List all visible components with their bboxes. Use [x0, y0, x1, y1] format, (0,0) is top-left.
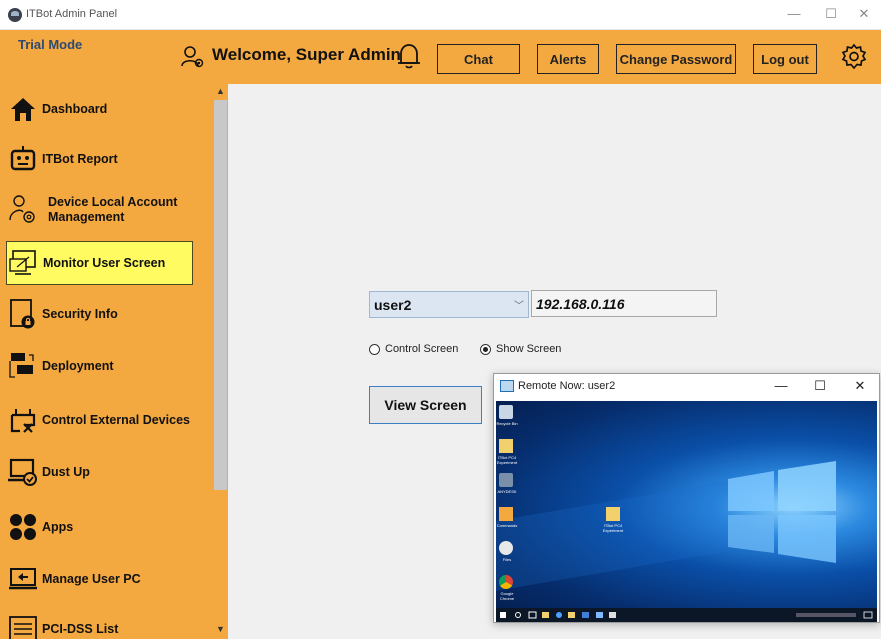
sidebar-item-control-external-devices[interactable]: Control External Devices [6, 400, 193, 440]
welcome-text: Welcome, Super Admin [212, 45, 401, 64]
chrome-icon[interactable] [499, 575, 513, 589]
folder-icon[interactable] [499, 439, 513, 453]
chevron-down-icon: ﹀ [514, 301, 524, 312]
scrollbar-thumb[interactable] [214, 100, 227, 490]
desktop-icon-label: ITBot PC4 Experiment [496, 455, 518, 465]
trial-mode-label: Trial Mode [18, 37, 83, 52]
user-settings-icon [181, 46, 204, 68]
sidebar-item-label: Monitor User Screen [43, 256, 166, 270]
monitor-icon [7, 246, 41, 280]
desktop-icon-label: Commands [496, 523, 518, 528]
maximize-button[interactable]: ☐ [818, 6, 844, 22]
files-icon[interactable] [499, 541, 513, 555]
sidebar-item-manage-user-pc[interactable]: Manage User PC [6, 559, 193, 599]
sidebar-item-apps[interactable]: Apps [6, 507, 193, 547]
remote-maximize-button[interactable]: ☐ [810, 378, 830, 394]
view-screen-button[interactable]: View Screen [369, 386, 482, 424]
app-header: Trial Mode Welcome, Super Admin Chat Ale… [0, 30, 881, 84]
control-screen-radio[interactable]: Control Screen [369, 343, 458, 355]
sidebar-item-label: PCI-DSS List [42, 622, 119, 636]
sidebar-item-label: Manage User PC [42, 572, 141, 586]
scroll-up-arrow-icon[interactable]: ▲ [213, 86, 228, 96]
alerts-button[interactable]: Alerts [537, 44, 599, 74]
laptop-icon [6, 562, 40, 596]
taskbar-icons [500, 611, 873, 619]
sidebar-item-pci-dss-list[interactable]: PCI-DSS List [6, 612, 193, 639]
bell-icon[interactable] [396, 42, 422, 70]
sidebar-item-monitor-user-screen[interactable]: Monitor User Screen [6, 241, 193, 285]
windows-logo-wallpaper [496, 461, 836, 591]
sidebar-item-label: Control External Devices [42, 413, 190, 427]
desktop-folder-label: ITBot PC4 Experiment [602, 523, 624, 533]
gear-icon[interactable] [840, 43, 868, 71]
desktop-folder-icon[interactable] [606, 507, 620, 521]
ip-address-value: 192.168.0.116 [536, 296, 625, 312]
sidebar-item-label: Dust Up [42, 465, 90, 479]
apps-icon [6, 510, 40, 544]
recycle-bin-icon[interactable] [499, 405, 513, 419]
radio-label: Control Screen [385, 343, 459, 355]
lock-document-icon [6, 297, 40, 331]
minimize-button[interactable]: — [781, 6, 807, 21]
desktop-icon-label: Files [502, 557, 512, 562]
radio-label: Show Screen [496, 343, 562, 355]
desktop-icon-label: Recycle Bin [496, 421, 518, 426]
radio-button[interactable] [369, 343, 380, 355]
home-icon [6, 92, 40, 126]
sidebar-item-label: Dashboard [42, 102, 108, 116]
remote-taskbar [496, 608, 877, 622]
laptop-check-icon [6, 455, 40, 489]
sidebar-item-deployment[interactable]: Deployment [6, 346, 193, 386]
commands-icon[interactable] [499, 507, 513, 521]
usb-device-icon [6, 403, 40, 437]
user-select-dropdown[interactable]: user2 ﹀ [369, 291, 529, 318]
remote-window-title: Remote Now: user2 [518, 380, 616, 392]
sidebar-item-label: Deployment [42, 359, 114, 373]
remote-minimize-button[interactable]: — [771, 378, 791, 393]
radio-button[interactable] [480, 343, 491, 355]
ip-address-field[interactable]: 192.168.0.116 [531, 290, 717, 317]
remote-desktop-view[interactable]: Recycle Bin ITBot PC4 Experiment ANYDESK… [496, 401, 877, 622]
scroll-down-arrow-icon[interactable]: ▼ [213, 624, 228, 634]
sidebar-item-dashboard[interactable]: Dashboard [6, 91, 193, 127]
remote-close-button[interactable]: ✕ [850, 378, 870, 394]
sidebar-item-itbot-report[interactable]: ITBot Report [6, 141, 193, 177]
remote-window-titlebar[interactable]: Remote Now: user2 — ☐ ✕ [494, 374, 879, 400]
sidebar-scrollbar[interactable]: ▲ ▼ [213, 84, 228, 639]
window-title: ITBot Admin Panel [26, 8, 118, 20]
selected-user: user2 [374, 297, 412, 313]
sidebar-item-device-local-account[interactable]: Device Local Account Management [6, 188, 193, 232]
remote-screen-window[interactable]: Remote Now: user2 — ☐ ✕ Recycle Bin ITBo… [493, 373, 880, 623]
remote-monitor-icon [500, 380, 514, 392]
sidebar-item-label: Device Local Account Management [48, 195, 178, 224]
sidebar-item-label: Apps [42, 520, 74, 534]
show-screen-radio[interactable]: Show Screen [480, 343, 561, 355]
anydesk-icon[interactable] [499, 473, 513, 487]
robot-icon [6, 142, 40, 176]
sidebar-item-dust-up[interactable]: Dust Up [6, 452, 193, 492]
desktop-icon-label: Google Chrome [499, 591, 515, 601]
window-titlebar: ITBot Admin Panel — ☐ ✕ [0, 0, 881, 30]
app-logo-icon [8, 8, 22, 22]
change-password-button[interactable]: Change Password [616, 44, 736, 74]
list-icon [6, 612, 40, 639]
user-gear-icon [6, 193, 40, 227]
desktop-icon-label: ANYDESK [497, 489, 517, 494]
sidebar-item-label: Security Info [42, 307, 118, 321]
chat-button[interactable]: Chat [437, 44, 520, 74]
sidebar: Dashboard ITBot Report Device Local Acco… [0, 84, 213, 639]
deployment-icon [6, 349, 40, 383]
sidebar-item-label: ITBot Report [42, 152, 118, 166]
close-button[interactable]: ✕ [851, 6, 877, 22]
sidebar-item-security-info[interactable]: Security Info [6, 294, 193, 334]
logout-button[interactable]: Log out [753, 44, 817, 74]
